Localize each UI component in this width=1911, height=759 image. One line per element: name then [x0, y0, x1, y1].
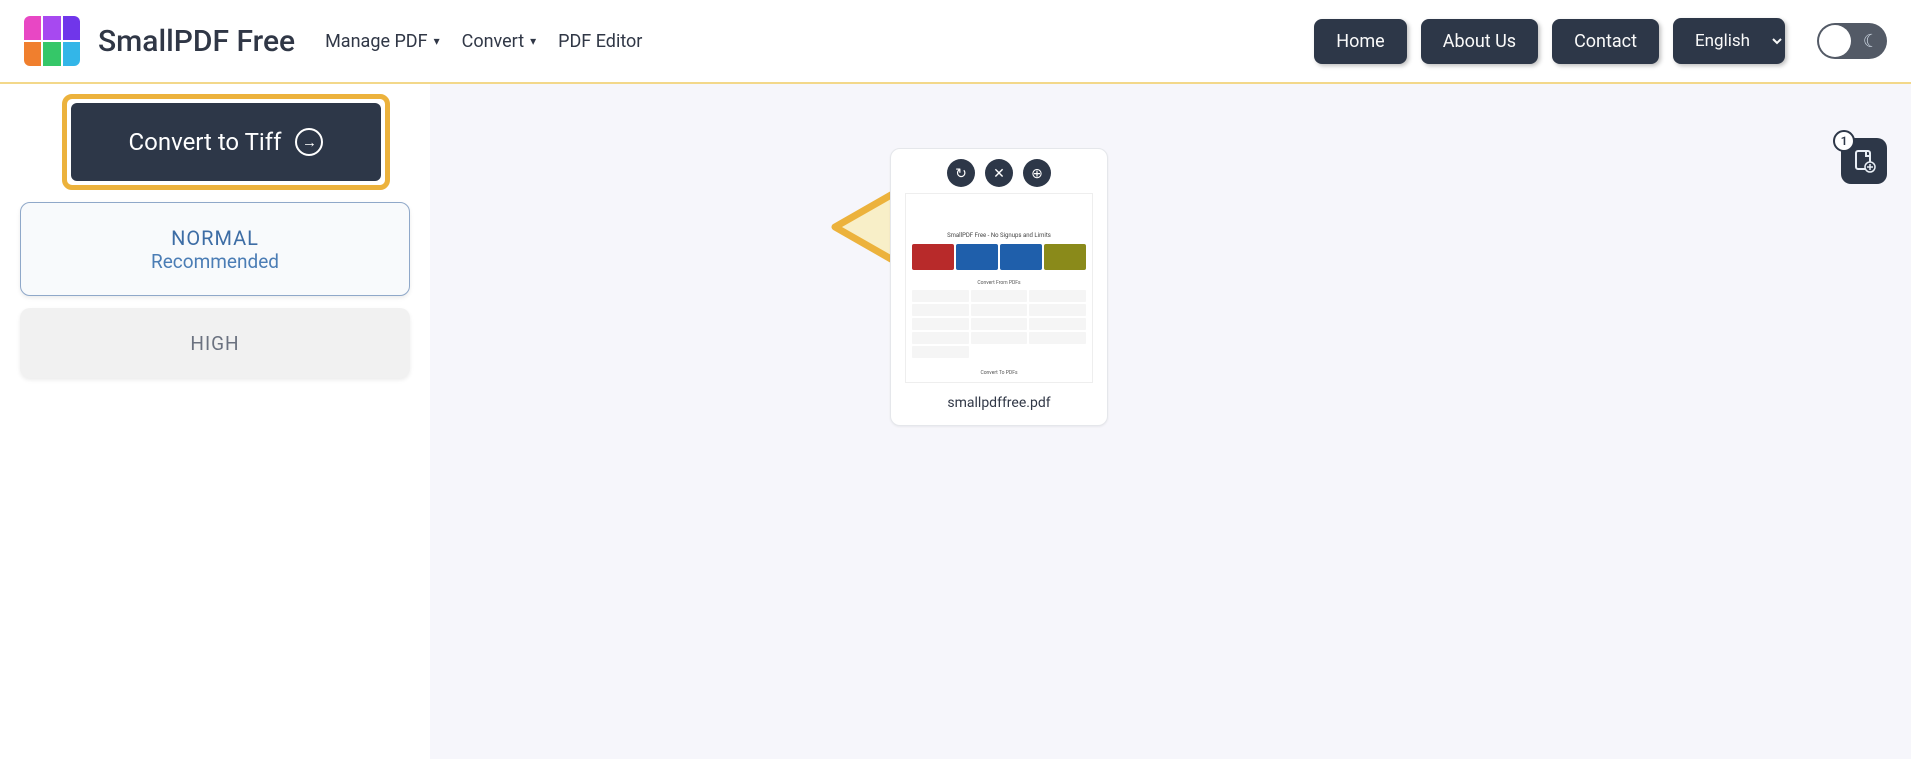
theme-toggle[interactable]: ☾ [1817, 23, 1887, 59]
home-button[interactable]: Home [1314, 19, 1406, 64]
app-header: SmallPDF Free Manage PDF ▾ Convert ▾ PDF… [0, 0, 1911, 84]
option-subtitle: Recommended [151, 250, 279, 273]
chevron-down-icon: ▾ [434, 34, 440, 48]
close-icon[interactable]: ✕ [985, 159, 1013, 187]
main-area: ↻ ✕ ⊕ SmallPDF Free - No Signups and Lim… [430, 84, 1911, 759]
moon-icon: ☾ [1863, 31, 1879, 52]
preview-actions: ↻ ✕ ⊕ [901, 159, 1097, 187]
convert-to-tiff-button[interactable]: Convert to Tiff [71, 103, 381, 181]
thumb-footer: Convert To PDFs [906, 370, 1092, 376]
nav-convert[interactable]: Convert ▾ [462, 31, 537, 52]
body-wrap: Convert to Tiff NORMAL Recommended HIGH … [0, 84, 1911, 759]
file-name: smallpdffree.pdf [901, 395, 1097, 411]
nav-left: Manage PDF ▾ Convert ▾ PDF Editor [325, 31, 642, 52]
contact-button[interactable]: Contact [1552, 19, 1659, 64]
thumb-mid: Convert From PDFs [906, 280, 1092, 286]
quality-option-normal[interactable]: NORMAL Recommended [20, 202, 410, 296]
nav-right: Home About Us Contact English ☾ [1314, 18, 1887, 64]
toggle-knob [1819, 25, 1851, 57]
nav-manage-label: Manage PDF [325, 31, 427, 52]
option-title: HIGH [190, 332, 239, 355]
file-add-icon [1852, 149, 1876, 173]
add-file-fab[interactable]: 1 [1841, 138, 1887, 184]
option-title: NORMAL [171, 226, 259, 250]
nav-editor-label: PDF Editor [558, 31, 642, 52]
convert-label: Convert to Tiff [129, 128, 282, 156]
thumb-header: SmallPDF Free - No Signups and Limits [906, 232, 1092, 239]
arrow-circle-icon [295, 128, 323, 156]
zoom-icon[interactable]: ⊕ [1023, 159, 1051, 187]
logo-block: SmallPDF Free [24, 16, 295, 66]
about-us-button[interactable]: About Us [1421, 19, 1538, 64]
file-count-badge: 1 [1833, 130, 1855, 152]
nav-convert-label: Convert [462, 31, 525, 52]
convert-button-highlight: Convert to Tiff [62, 94, 390, 190]
logo-icon [24, 16, 80, 66]
language-select[interactable]: English [1673, 18, 1785, 64]
quality-option-high[interactable]: HIGH [20, 308, 410, 378]
file-thumbnail: SmallPDF Free - No Signups and Limits Co… [905, 193, 1093, 383]
brand-title: SmallPDF Free [98, 24, 295, 59]
sidebar: Convert to Tiff NORMAL Recommended HIGH [0, 84, 430, 759]
nav-manage-pdf[interactable]: Manage PDF ▾ [325, 31, 440, 52]
refresh-icon[interactable]: ↻ [947, 159, 975, 187]
file-preview-card: ↻ ✕ ⊕ SmallPDF Free - No Signups and Lim… [890, 148, 1108, 426]
chevron-down-icon: ▾ [530, 34, 536, 48]
nav-pdf-editor[interactable]: PDF Editor [558, 31, 642, 52]
